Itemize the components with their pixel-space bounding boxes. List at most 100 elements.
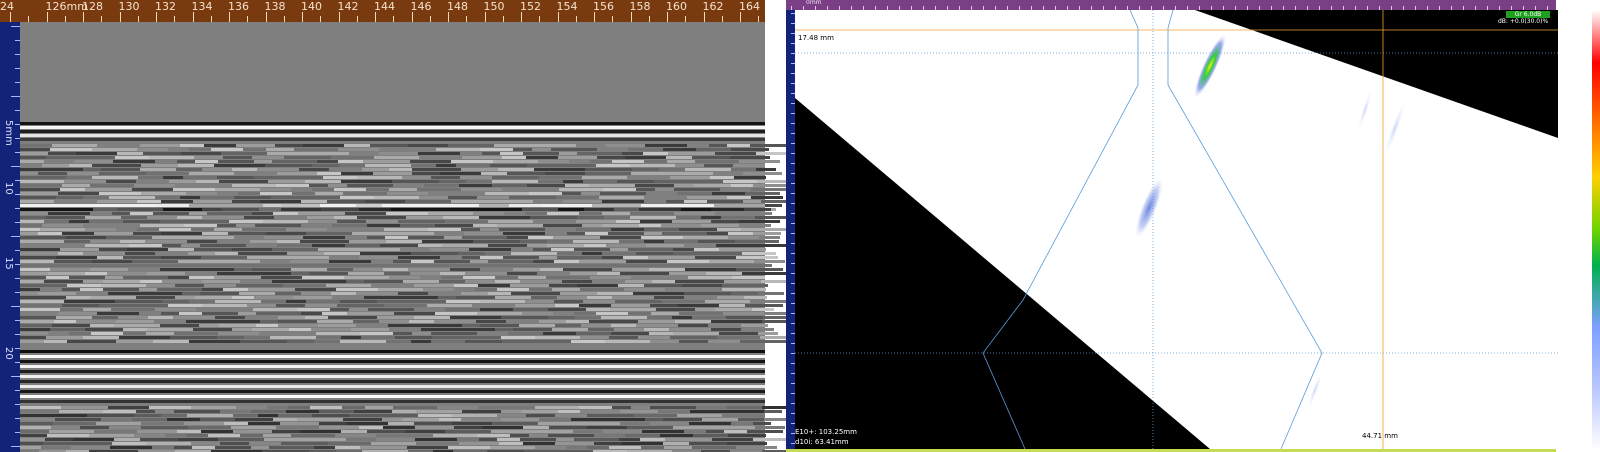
signal-segment	[454, 426, 482, 429]
signal-band	[20, 390, 765, 393]
signal-segment	[571, 418, 602, 421]
bscan-view[interactable]: 24 126mm 128 130 132 134 136 138 140 142 144 146 148…	[0, 0, 809, 452]
signal-segment	[689, 442, 727, 445]
signal-segment	[650, 406, 696, 409]
signal-segment	[20, 200, 54, 203]
signal-segment	[408, 144, 448, 147]
signal-segment	[298, 176, 323, 179]
signal-segment	[311, 328, 351, 331]
signal-segment	[559, 152, 577, 155]
signal-segment	[674, 188, 720, 191]
signal-segment	[204, 220, 229, 223]
sscan-image[interactable]	[795, 10, 1558, 449]
ruler-tick	[11, 236, 20, 237]
signal-segment	[337, 220, 366, 223]
signal-segment	[200, 244, 246, 247]
signal-segment	[238, 192, 260, 195]
bscan-image[interactable]	[20, 22, 809, 452]
signal-segment	[470, 260, 488, 263]
signal-segment	[612, 406, 631, 409]
signal-segment	[161, 256, 201, 259]
signal-segment	[152, 236, 199, 239]
ruler-tick	[119, 12, 121, 22]
signal-segment	[418, 414, 452, 417]
signal-segment	[64, 180, 106, 183]
signal-segment	[80, 426, 109, 429]
ruler-label: 15	[3, 257, 14, 270]
signal-segment	[389, 276, 420, 279]
signal-segment	[220, 204, 263, 207]
signal-segment	[625, 434, 660, 437]
signal-segment	[533, 220, 576, 223]
signal-segment	[292, 264, 316, 267]
signal-segment	[478, 406, 512, 409]
ruler-tick	[703, 12, 705, 22]
signal-segment	[297, 418, 343, 421]
signal-segment	[218, 406, 236, 409]
signal-segment	[281, 442, 328, 445]
signal-segment	[431, 332, 477, 335]
signal-segment	[636, 324, 678, 327]
signal-segment	[87, 414, 134, 417]
signal-segment	[513, 328, 552, 331]
signal-segment	[422, 240, 443, 243]
signal-segment	[20, 156, 46, 159]
signal-segment	[548, 434, 594, 437]
signal-segment	[255, 224, 301, 227]
signal-segment	[678, 204, 714, 207]
signal-segment	[159, 228, 191, 231]
signal-segment	[681, 208, 711, 211]
signal-segment	[51, 426, 80, 429]
signal-segment	[20, 248, 60, 251]
signal-segment	[319, 410, 354, 413]
signal-segment	[20, 422, 53, 425]
signal-segment	[252, 328, 289, 331]
signal-segment	[53, 422, 96, 425]
signal-segment	[736, 260, 754, 263]
signal-segment	[722, 414, 765, 417]
signal-segment	[69, 276, 105, 279]
signal-segment	[549, 284, 577, 287]
signal-segment	[602, 418, 645, 421]
signal-segment	[556, 264, 580, 267]
signal-segment	[83, 224, 117, 227]
signal-segment	[327, 228, 361, 231]
signal-segment	[202, 208, 222, 211]
signal-segment	[655, 188, 674, 191]
signal-segment	[386, 212, 428, 215]
signal-segment	[92, 164, 112, 167]
signal-segment	[76, 264, 100, 267]
signal-segment	[511, 292, 531, 295]
signal-segment	[40, 288, 62, 291]
signal-segment	[207, 212, 252, 215]
signal-segment	[421, 328, 452, 331]
index-distance-label: 44.71 mm	[1362, 432, 1398, 440]
signal-segment	[378, 288, 405, 291]
signal-segment	[410, 160, 451, 163]
signal-segment	[649, 268, 685, 271]
signal-segment	[745, 304, 783, 307]
signal-segment	[465, 280, 495, 283]
signal-segment	[112, 164, 141, 167]
signal-segment	[52, 264, 76, 267]
signal-segment	[181, 152, 221, 155]
signal-band	[20, 380, 765, 383]
signal-segment	[646, 192, 677, 195]
signal-segment	[480, 308, 513, 311]
signal-segment	[412, 168, 432, 171]
signal-segment	[260, 260, 290, 263]
sscan-view[interactable]: 0mm Gr 6.0dB dB: +0.0(30.0)% 17.48 mm E1…	[786, 0, 1600, 452]
signal-segment	[675, 320, 711, 323]
signal-segment	[345, 212, 386, 215]
signal-segment	[41, 446, 71, 449]
signal-segment	[20, 324, 52, 327]
signal-segment	[217, 272, 248, 275]
signal-segment	[534, 168, 555, 171]
signal-segment	[574, 312, 596, 315]
signal-segment	[641, 236, 683, 239]
signal-segment	[384, 228, 428, 231]
signal-segment	[46, 336, 83, 339]
signal-segment	[529, 434, 548, 437]
signal-segment	[200, 196, 234, 199]
ruler-label: 5mm	[3, 120, 14, 146]
